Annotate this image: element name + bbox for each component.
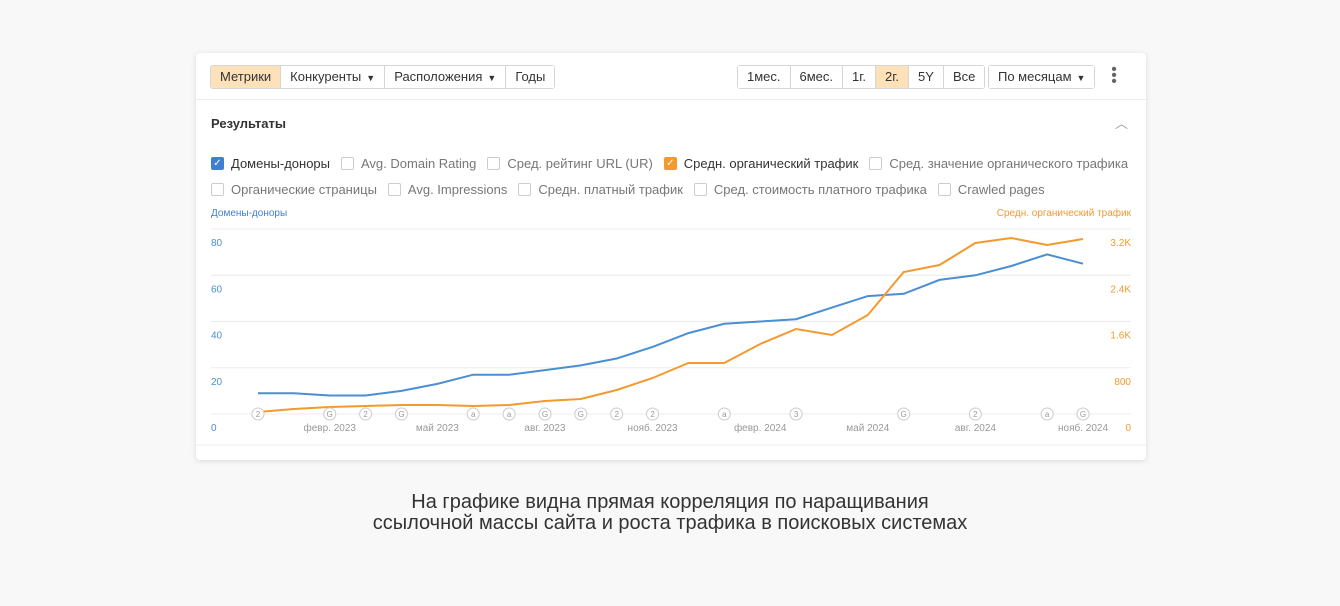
data-point: [291, 391, 296, 396]
annotation-label: G: [1080, 410, 1086, 419]
left-tick-label: 60: [211, 284, 223, 295]
annotation-label: G: [542, 410, 548, 419]
data-point: [327, 393, 332, 398]
annotation-label: a: [722, 410, 727, 419]
data-point: [973, 273, 978, 278]
left-tick-label: 40: [211, 331, 223, 342]
annotation-label: a: [1045, 410, 1050, 419]
data-point: [1009, 264, 1014, 269]
annotation-label: 2: [256, 410, 261, 419]
annotation-label: G: [901, 410, 907, 419]
data-point: [937, 262, 942, 267]
data-point: [901, 269, 906, 274]
data-point: [578, 396, 583, 401]
annotation-label: 2: [363, 410, 368, 419]
line-chart: 0 0 20 800 40 1.6K 60 2.4K 80 3.2K февр. 2023 май 2…: [196, 228, 1146, 446]
chart-card: Метрики Конкуренты ▼ Расположения ▼ Годы 1мес…: [196, 53, 1146, 460]
data-point: [829, 333, 834, 338]
annotation-label: 2: [614, 410, 619, 419]
data-point: [542, 368, 547, 373]
data-point: [1081, 261, 1086, 266]
right-tick-label: 0: [1125, 423, 1131, 434]
data-point: [435, 381, 440, 386]
annotation-label: G: [327, 410, 333, 419]
data-point: [829, 305, 834, 310]
data-point: [650, 344, 655, 349]
data-point: [542, 398, 547, 403]
data-point: [794, 327, 799, 332]
left-tick-label: 20: [211, 377, 223, 388]
data-point: [901, 291, 906, 296]
data-point: [794, 317, 799, 322]
annotation-label: G: [578, 410, 584, 419]
x-tick-label: авг. 2024: [955, 423, 997, 434]
caption: На графике видна прямая корреляция по на…: [372, 491, 968, 534]
x-tick-label: май 2024: [846, 423, 889, 434]
data-point: [1081, 237, 1086, 242]
data-point: [507, 372, 512, 377]
x-tick-label: нояб. 2024: [1058, 422, 1108, 434]
data-point: [614, 388, 619, 393]
data-point: [686, 331, 691, 336]
right-tick-label: 1.6K: [1110, 331, 1131, 342]
data-point: [256, 391, 261, 396]
data-point: [1009, 235, 1014, 240]
right-tick-label: 2.4K: [1110, 284, 1131, 295]
data-point: [578, 363, 583, 368]
left-tick-label: 0: [211, 423, 217, 434]
annotation-label: 2: [973, 410, 978, 419]
x-tick-label: февр. 2023: [304, 422, 357, 434]
data-point: [614, 356, 619, 361]
data-point: [435, 402, 440, 407]
data-point: [865, 312, 870, 317]
x-tick-label: авг. 2023: [524, 423, 566, 434]
annotation-label: a: [471, 410, 476, 419]
annotation-label: G: [398, 410, 404, 419]
data-point: [973, 240, 978, 245]
x-tick-label: февр. 2024: [734, 422, 787, 434]
x-tick-label: май 2023: [416, 423, 459, 434]
annotation-label: a: [507, 410, 512, 419]
data-point: [291, 407, 296, 412]
data-point: [507, 402, 512, 407]
series-line-traffic: [257, 236, 1084, 413]
data-point: [399, 388, 404, 393]
annotation-label: 2: [650, 410, 655, 419]
data-point: [722, 361, 727, 366]
data-point: [758, 319, 763, 324]
data-point: [937, 277, 942, 282]
right-tick-label: 3.2K: [1110, 238, 1131, 249]
data-point: [399, 402, 404, 407]
right-tick-label: 800: [1114, 377, 1131, 388]
left-tick-label: 80: [211, 238, 223, 249]
data-point: [865, 294, 870, 299]
data-point: [1045, 252, 1050, 257]
data-point: [1045, 242, 1050, 247]
data-point: [686, 361, 691, 366]
annotation-label: 3: [794, 410, 799, 419]
data-point: [471, 372, 476, 377]
data-point: [363, 393, 368, 398]
data-point: [650, 375, 655, 380]
data-point: [722, 321, 727, 326]
data-point: [758, 341, 763, 346]
x-tick-label: нояб. 2023: [628, 422, 678, 434]
